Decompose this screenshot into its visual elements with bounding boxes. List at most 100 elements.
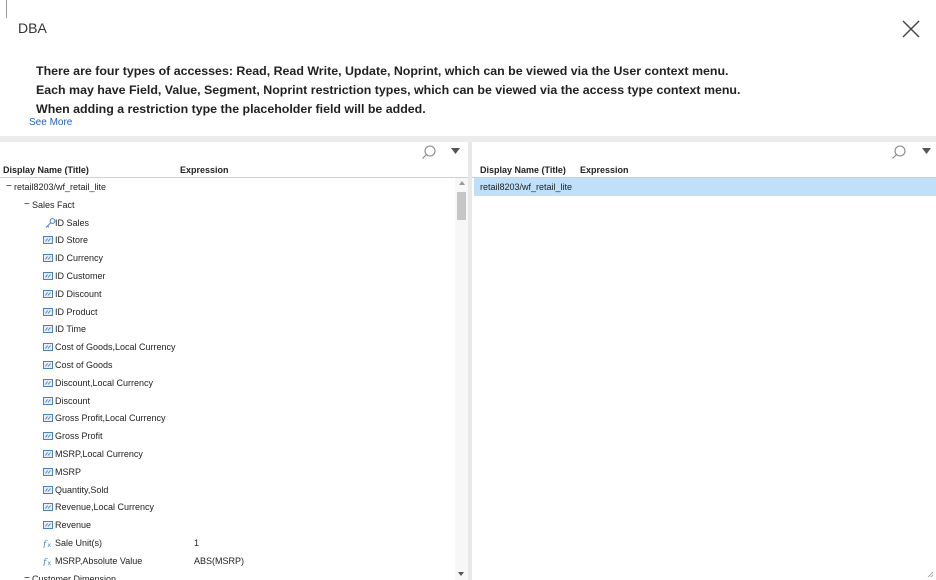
tree-row[interactable]: f x Sale Unit(s) 1 [0,534,455,552]
right-access-panel: Display Name (Title) Expression retail82… [472,142,936,580]
chevron-down-icon[interactable] [451,148,460,154]
measure-field-icon [43,272,53,280]
svg-text:x: x [48,542,52,548]
tree-row[interactable]: Discount [0,392,455,410]
tree-row[interactable]: ID Customer [0,267,455,285]
search-icon[interactable] [891,144,907,160]
left-scrollbar[interactable] [455,178,468,580]
measure-field-icon [43,450,53,458]
scroll-up-arrow-icon[interactable] [459,181,465,185]
selected-list-item[interactable]: retail8203/wf_retail_lite [474,178,936,196]
svg-text:x: x [48,560,52,566]
tree-row-label: Cost of Goods [55,360,113,370]
see-more-link[interactable]: See More [29,117,72,128]
tree-row-label: Sales Fact [32,199,75,210]
right-column-header: Display Name (Title) Expression [472,161,936,178]
measure-field-icon [43,414,53,423]
tree-row-label: Revenue [55,520,92,531]
left-tree-panel: Display Name (Title) Expression − retail8… [0,142,468,580]
tree-row-label: Discount,Local Currency [55,377,154,388]
resize-grip-icon[interactable] [926,570,934,578]
tree-row[interactable]: Cost of Goods [0,356,455,374]
measure-field-icon [43,307,53,316]
tree-row[interactable]: − Sales Fact [0,196,455,214]
tree-row[interactable]: f x MSRP,Absolute Value ABS(MSRP) [0,552,455,570]
measure-field-icon [43,485,53,494]
measure-field-icon [43,467,53,476]
column-header-expression[interactable]: Expression [580,165,629,175]
tree-row-label: Revenue,Local Currency [55,502,155,513]
tree-row-label: ID Sales [55,217,90,228]
measure-field-icon [43,254,53,263]
tree-row-label: ID Customer [55,271,106,281]
tree-row-label: ID Time [55,324,87,335]
tree-row-label: MSRP,Local Currency [55,449,143,459]
description-line: There are four types of accesses: Read, … [36,64,729,78]
function-icon: fx [43,540,52,548]
tree-row[interactable]: ID Currency [0,249,455,267]
tree-row[interactable]: Revenue [0,516,455,534]
tree-row-label: Gross Profit [55,431,103,442]
tree-row[interactable]: MSRP,Local Currency [0,445,455,463]
search-icon[interactable] [421,144,437,160]
tree-row[interactable]: Revenue,Local Currency [0,498,455,516]
tree-row-label: Customer Dimension [32,573,117,580]
left-panel-toolbar [0,142,468,161]
tree-row[interactable]: − Customer Dimension [0,570,455,580]
measure-field-icon [43,236,53,245]
measure-field-icon [43,289,53,298]
close-icon[interactable] [898,16,924,42]
description-line: When adding a restriction type the place… [36,102,426,116]
tree-row[interactable]: MSRP [0,463,455,481]
chevron-down-icon[interactable] [922,148,931,154]
collapse-toggle-icon[interactable]: − [24,573,30,580]
measure-field-icon [43,325,53,334]
scroll-down-arrow-icon[interactable] [458,572,464,576]
tree-row[interactable]: ID Sales [0,214,455,232]
left-edge-rule [6,0,7,18]
list-item-label: retail8203/wf_retail_lite [480,182,573,192]
collapse-toggle-icon[interactable]: − [6,181,12,192]
function-icon: fx [43,558,52,566]
tree-row[interactable]: Discount,Local Currency [0,374,455,392]
tree-row-label: ID Discount [55,288,102,299]
tree-row-label: ID Product [55,306,98,317]
tree-row[interactable]: ID Time [0,320,455,338]
measure-field-icon [43,521,53,530]
tree-row-label: retail8203/wf_retail_lite [14,182,107,192]
column-header-name[interactable]: Display Name (Title) [480,165,566,175]
measure-field-icon [43,343,53,352]
measure-field-icon [43,361,53,369]
tree-row[interactable]: Quantity,Sold [0,481,455,499]
tree-row[interactable]: Cost of Goods,Local Currency [0,338,455,356]
tree-row-label: ID Currency [55,253,104,264]
tree-row-label: MSRP [55,466,82,477]
scroll-thumb[interactable] [457,192,466,220]
tree-row[interactable]: − retail8203/wf_retail_lite [0,178,455,196]
measure-field-icon [43,378,53,387]
tree-row-expression: 1 [194,538,200,548]
tree-row-label: Sale Unit(s) [55,538,103,548]
description-line: Each may have Field, Value, Segment, Nop… [36,83,741,97]
measure-field-icon [43,432,53,441]
tree-row-label: Cost of Goods,Local Currency [55,342,176,353]
tree-row-label: MSRP,Absolute Value [55,555,143,566]
dialog-title: DBA [18,20,47,36]
tree-row[interactable]: Gross Profit,Local Currency [0,409,455,427]
column-header-expression[interactable]: Expression [180,165,229,175]
tree-row-label: Quantity,Sold [55,484,109,495]
column-header-name[interactable]: Display Name (Title) [3,165,89,175]
left-tree-body: − retail8203/wf_retail_lite − Sales Fact ID … [0,178,455,580]
tree-row-label: ID Store [55,235,89,246]
measure-field-icon [43,503,53,512]
tree-row[interactable]: ID Product [0,303,455,321]
tree-row[interactable]: Gross Profit [0,427,455,445]
measure-field-icon [43,396,53,405]
tree-row-label: Discount [55,395,91,406]
right-panel-toolbar [472,142,936,161]
collapse-toggle-icon[interactable]: − [24,199,30,210]
tree-row-expression: ABS(MSRP) [194,555,245,566]
tree-row[interactable]: ID Store [0,231,455,249]
dialog-description: There are four types of accesses: Read, … [36,62,740,119]
tree-row[interactable]: ID Discount [0,285,455,303]
